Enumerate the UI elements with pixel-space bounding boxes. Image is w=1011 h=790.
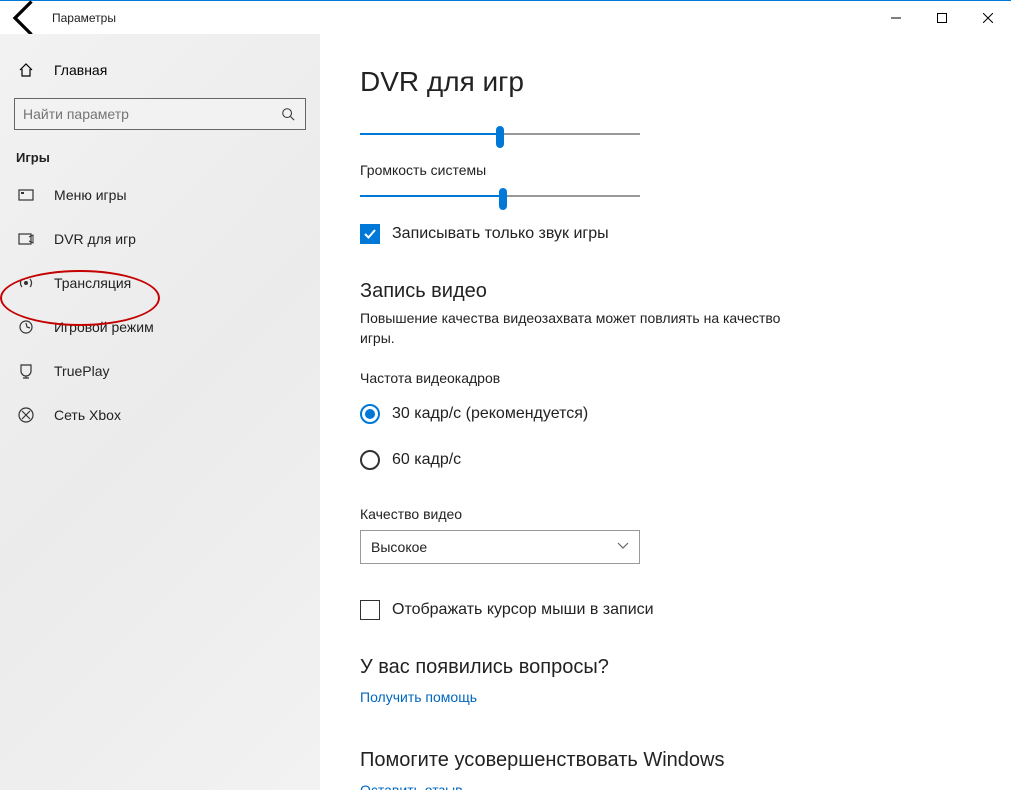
section-video-desc: Повышение качества видеозахвата может по… xyxy=(360,309,810,348)
sidebar-item-xbox[interactable]: Сеть Xbox xyxy=(0,393,320,437)
questions-title: У вас появились вопросы? xyxy=(360,656,971,679)
sidebar-item-gamemode[interactable]: Игровой режим xyxy=(0,305,320,349)
record-game-only-checkbox[interactable]: Записывать только звук игры xyxy=(360,224,971,244)
radio-icon xyxy=(360,404,380,424)
feedback-title: Помогите усовершенствовать Windows xyxy=(360,749,971,772)
checkbox-label: Отображать курсор мыши в записи xyxy=(392,601,654,619)
main-content: DVR для игр Громкость системы Записывать… xyxy=(320,34,1011,790)
checkbox-icon xyxy=(360,600,380,620)
checkbox-icon xyxy=(360,224,380,244)
page-title: DVR для игр xyxy=(360,66,971,98)
gamemode-icon xyxy=(16,319,36,335)
quality-select[interactable]: Высокое xyxy=(360,530,640,564)
titlebar: Параметры xyxy=(0,1,1011,34)
minimize-button[interactable] xyxy=(873,1,919,34)
nav-label: Трансляция xyxy=(54,275,131,291)
system-volume-slider[interactable] xyxy=(360,186,640,206)
sidebar-item-dvr[interactable]: DVR для игр xyxy=(0,217,320,261)
radio-60fps[interactable]: 60 кадр/с xyxy=(360,450,971,470)
maximize-button[interactable] xyxy=(919,1,965,34)
search-icon xyxy=(279,107,297,121)
nav-label: TruePlay xyxy=(54,363,110,379)
nav-label: Меню игры xyxy=(54,187,127,203)
framerate-label: Частота видеокадров xyxy=(360,370,971,386)
chevron-down-icon xyxy=(617,542,629,553)
radio-icon xyxy=(360,450,380,470)
sidebar-home[interactable]: Главная xyxy=(0,50,320,90)
search-input[interactable] xyxy=(23,106,279,122)
broadcast-icon xyxy=(16,275,36,291)
sidebar-item-trueplay[interactable]: TruePlay xyxy=(0,349,320,393)
trueplay-icon xyxy=(16,363,36,379)
radio-label: 30 кадр/с (рекомендуется) xyxy=(392,405,588,423)
show-cursor-checkbox[interactable]: Отображать курсор мыши в записи xyxy=(360,600,971,620)
sidebar-item-broadcast[interactable]: Трансляция xyxy=(0,261,320,305)
get-help-link[interactable]: Получить помощь xyxy=(360,689,971,705)
checkbox-label: Записывать только звук игры xyxy=(392,225,609,243)
quality-label: Качество видео xyxy=(360,506,971,522)
radio-label: 60 кадр/с xyxy=(392,451,461,469)
feedback-link[interactable]: Оставить отзыв xyxy=(360,782,971,790)
nav-label: Игровой режим xyxy=(54,319,154,335)
sidebar: Главная Игры Меню игры DVR для игр Транс… xyxy=(0,34,320,790)
radio-30fps[interactable]: 30 кадр/с (рекомендуется) xyxy=(360,404,971,424)
gamebar-icon xyxy=(16,187,36,203)
system-volume-label: Громкость системы xyxy=(360,162,971,178)
nav-label: Сеть Xbox xyxy=(54,407,121,423)
select-value: Высокое xyxy=(371,539,427,555)
sidebar-category: Игры xyxy=(0,130,320,173)
back-button[interactable] xyxy=(4,1,48,34)
home-icon xyxy=(16,62,36,78)
xbox-icon xyxy=(16,407,36,423)
nav-label: DVR для игр xyxy=(54,231,136,247)
close-button[interactable] xyxy=(965,1,1011,34)
sidebar-item-gamebar[interactable]: Меню игры xyxy=(0,173,320,217)
mic-volume-slider[interactable] xyxy=(360,124,640,144)
dvr-icon xyxy=(16,231,36,247)
sidebar-home-label: Главная xyxy=(54,62,107,78)
window-title: Параметры xyxy=(52,11,116,25)
search-box[interactable] xyxy=(14,98,306,130)
section-video-title: Запись видео xyxy=(360,280,971,303)
